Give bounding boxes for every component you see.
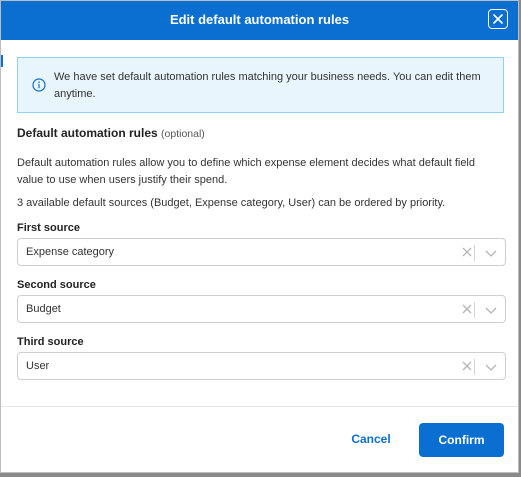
clear-icon[interactable] bbox=[461, 246, 473, 258]
edit-rules-modal: Edit default automation rules We have se… bbox=[0, 0, 519, 473]
select-separator bbox=[474, 302, 475, 318]
first-source-label: First source bbox=[17, 222, 80, 234]
section-description: Default automation rules allow you to de… bbox=[17, 157, 475, 186]
third-source-label: Third source bbox=[17, 336, 84, 348]
footer-divider bbox=[1, 406, 518, 407]
left-accent-mark bbox=[1, 55, 3, 67]
select-separator bbox=[474, 245, 475, 261]
info-icon bbox=[32, 78, 46, 92]
info-message: We have set default automation rules mat… bbox=[54, 71, 481, 100]
cancel-button[interactable]: Cancel bbox=[341, 432, 401, 446]
optional-tag: (optional) bbox=[161, 128, 205, 140]
section-heading: Default automation rules (optional) bbox=[17, 126, 205, 140]
first-source-select[interactable]: Expense category bbox=[17, 238, 506, 266]
close-button[interactable] bbox=[488, 9, 508, 29]
chevron-down-icon[interactable] bbox=[485, 248, 497, 258]
select-separator bbox=[474, 359, 475, 375]
confirm-button[interactable]: Confirm bbox=[419, 423, 504, 457]
modal-header: Edit default automation rules bbox=[1, 1, 518, 40]
chevron-down-icon[interactable] bbox=[485, 362, 497, 372]
second-source-label: Second source bbox=[17, 279, 96, 291]
first-source-value: Expense category bbox=[26, 246, 115, 258]
third-source-select[interactable]: User bbox=[17, 352, 506, 380]
close-icon bbox=[493, 14, 503, 24]
sources-note: 3 available default sources (Budget, Exp… bbox=[17, 197, 446, 209]
second-source-value: Budget bbox=[26, 303, 61, 315]
info-banner: We have set default automation rules mat… bbox=[17, 57, 504, 113]
section-title: Default automation rules bbox=[17, 126, 158, 140]
clear-icon[interactable] bbox=[461, 360, 473, 372]
third-source-value: User bbox=[26, 360, 50, 372]
chevron-down-icon[interactable] bbox=[485, 305, 497, 315]
second-source-select[interactable]: Budget bbox=[17, 295, 506, 323]
modal-title: Edit default automation rules bbox=[169, 12, 350, 27]
clear-icon[interactable] bbox=[461, 303, 473, 315]
